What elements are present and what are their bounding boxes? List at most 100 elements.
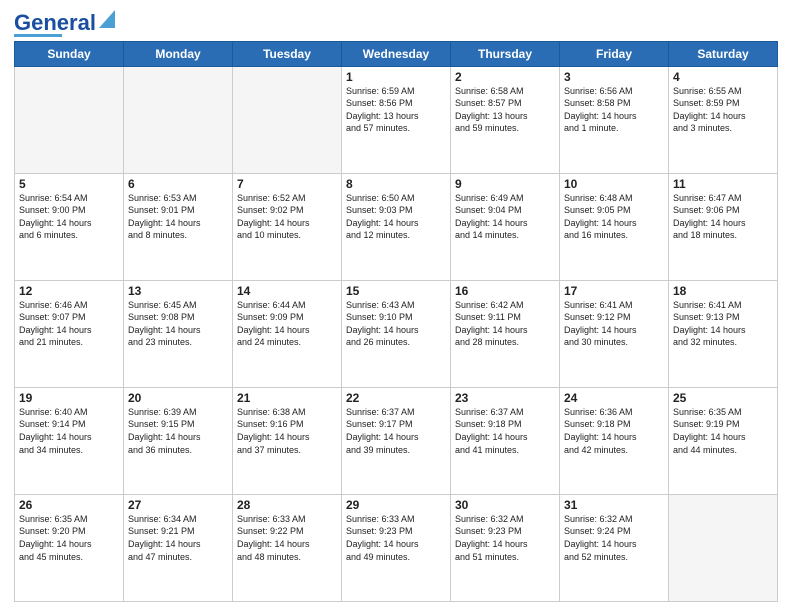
- day-cell: [669, 494, 778, 601]
- day-cell: 1Sunrise: 6:59 AM Sunset: 8:56 PM Daylig…: [342, 66, 451, 173]
- day-number: 20: [128, 391, 228, 405]
- calendar-header-row: SundayMondayTuesdayWednesdayThursdayFrid…: [15, 41, 778, 66]
- day-cell: 20Sunrise: 6:39 AM Sunset: 9:15 PM Dayli…: [124, 387, 233, 494]
- day-cell: 10Sunrise: 6:48 AM Sunset: 9:05 PM Dayli…: [560, 173, 669, 280]
- day-number: 17: [564, 284, 664, 298]
- logo-underline: [14, 34, 62, 37]
- day-info: Sunrise: 6:35 AM Sunset: 9:19 PM Dayligh…: [673, 406, 773, 456]
- day-number: 22: [346, 391, 446, 405]
- day-cell: 23Sunrise: 6:37 AM Sunset: 9:18 PM Dayli…: [451, 387, 560, 494]
- day-info: Sunrise: 6:33 AM Sunset: 9:22 PM Dayligh…: [237, 513, 337, 563]
- day-cell: 21Sunrise: 6:38 AM Sunset: 9:16 PM Dayli…: [233, 387, 342, 494]
- day-cell: 2Sunrise: 6:58 AM Sunset: 8:57 PM Daylig…: [451, 66, 560, 173]
- day-cell: 11Sunrise: 6:47 AM Sunset: 9:06 PM Dayli…: [669, 173, 778, 280]
- day-number: 28: [237, 498, 337, 512]
- week-row-5: 26Sunrise: 6:35 AM Sunset: 9:20 PM Dayli…: [15, 494, 778, 601]
- day-cell: 7Sunrise: 6:52 AM Sunset: 9:02 PM Daylig…: [233, 173, 342, 280]
- day-info: Sunrise: 6:48 AM Sunset: 9:05 PM Dayligh…: [564, 192, 664, 242]
- day-cell: 12Sunrise: 6:46 AM Sunset: 9:07 PM Dayli…: [15, 280, 124, 387]
- day-cell: 13Sunrise: 6:45 AM Sunset: 9:08 PM Dayli…: [124, 280, 233, 387]
- day-info: Sunrise: 6:32 AM Sunset: 9:23 PM Dayligh…: [455, 513, 555, 563]
- week-row-1: 1Sunrise: 6:59 AM Sunset: 8:56 PM Daylig…: [15, 66, 778, 173]
- day-cell: 29Sunrise: 6:33 AM Sunset: 9:23 PM Dayli…: [342, 494, 451, 601]
- day-number: 3: [564, 70, 664, 84]
- day-info: Sunrise: 6:43 AM Sunset: 9:10 PM Dayligh…: [346, 299, 446, 349]
- day-cell: 14Sunrise: 6:44 AM Sunset: 9:09 PM Dayli…: [233, 280, 342, 387]
- day-cell: 17Sunrise: 6:41 AM Sunset: 9:12 PM Dayli…: [560, 280, 669, 387]
- day-cell: 31Sunrise: 6:32 AM Sunset: 9:24 PM Dayli…: [560, 494, 669, 601]
- day-cell: 30Sunrise: 6:32 AM Sunset: 9:23 PM Dayli…: [451, 494, 560, 601]
- day-number: 24: [564, 391, 664, 405]
- day-info: Sunrise: 6:49 AM Sunset: 9:04 PM Dayligh…: [455, 192, 555, 242]
- day-info: Sunrise: 6:42 AM Sunset: 9:11 PM Dayligh…: [455, 299, 555, 349]
- col-header-sunday: Sunday: [15, 41, 124, 66]
- day-number: 5: [19, 177, 119, 191]
- day-info: Sunrise: 6:36 AM Sunset: 9:18 PM Dayligh…: [564, 406, 664, 456]
- col-header-tuesday: Tuesday: [233, 41, 342, 66]
- day-cell: 25Sunrise: 6:35 AM Sunset: 9:19 PM Dayli…: [669, 387, 778, 494]
- day-info: Sunrise: 6:37 AM Sunset: 9:17 PM Dayligh…: [346, 406, 446, 456]
- day-info: Sunrise: 6:38 AM Sunset: 9:16 PM Dayligh…: [237, 406, 337, 456]
- day-number: 1: [346, 70, 446, 84]
- day-number: 23: [455, 391, 555, 405]
- day-number: 19: [19, 391, 119, 405]
- day-cell: 3Sunrise: 6:56 AM Sunset: 8:58 PM Daylig…: [560, 66, 669, 173]
- day-info: Sunrise: 6:52 AM Sunset: 9:02 PM Dayligh…: [237, 192, 337, 242]
- day-cell: 4Sunrise: 6:55 AM Sunset: 8:59 PM Daylig…: [669, 66, 778, 173]
- day-cell: 5Sunrise: 6:54 AM Sunset: 9:00 PM Daylig…: [15, 173, 124, 280]
- day-number: 11: [673, 177, 773, 191]
- col-header-wednesday: Wednesday: [342, 41, 451, 66]
- day-number: 10: [564, 177, 664, 191]
- day-number: 30: [455, 498, 555, 512]
- day-cell: 9Sunrise: 6:49 AM Sunset: 9:04 PM Daylig…: [451, 173, 560, 280]
- day-cell: [15, 66, 124, 173]
- day-cell: 24Sunrise: 6:36 AM Sunset: 9:18 PM Dayli…: [560, 387, 669, 494]
- day-number: 13: [128, 284, 228, 298]
- day-info: Sunrise: 6:39 AM Sunset: 9:15 PM Dayligh…: [128, 406, 228, 456]
- day-number: 15: [346, 284, 446, 298]
- day-info: Sunrise: 6:35 AM Sunset: 9:20 PM Dayligh…: [19, 513, 119, 563]
- day-cell: 16Sunrise: 6:42 AM Sunset: 9:11 PM Dayli…: [451, 280, 560, 387]
- day-cell: 8Sunrise: 6:50 AM Sunset: 9:03 PM Daylig…: [342, 173, 451, 280]
- day-info: Sunrise: 6:58 AM Sunset: 8:57 PM Dayligh…: [455, 85, 555, 135]
- day-info: Sunrise: 6:41 AM Sunset: 9:13 PM Dayligh…: [673, 299, 773, 349]
- day-info: Sunrise: 6:41 AM Sunset: 9:12 PM Dayligh…: [564, 299, 664, 349]
- day-cell: [124, 66, 233, 173]
- day-cell: 15Sunrise: 6:43 AM Sunset: 9:10 PM Dayli…: [342, 280, 451, 387]
- day-info: Sunrise: 6:54 AM Sunset: 9:00 PM Dayligh…: [19, 192, 119, 242]
- day-number: 16: [455, 284, 555, 298]
- day-number: 7: [237, 177, 337, 191]
- day-number: 27: [128, 498, 228, 512]
- day-info: Sunrise: 6:40 AM Sunset: 9:14 PM Dayligh…: [19, 406, 119, 456]
- day-info: Sunrise: 6:47 AM Sunset: 9:06 PM Dayligh…: [673, 192, 773, 242]
- day-cell: 26Sunrise: 6:35 AM Sunset: 9:20 PM Dayli…: [15, 494, 124, 601]
- day-info: Sunrise: 6:56 AM Sunset: 8:58 PM Dayligh…: [564, 85, 664, 135]
- col-header-monday: Monday: [124, 41, 233, 66]
- day-info: Sunrise: 6:37 AM Sunset: 9:18 PM Dayligh…: [455, 406, 555, 456]
- day-cell: 28Sunrise: 6:33 AM Sunset: 9:22 PM Dayli…: [233, 494, 342, 601]
- day-number: 8: [346, 177, 446, 191]
- week-row-3: 12Sunrise: 6:46 AM Sunset: 9:07 PM Dayli…: [15, 280, 778, 387]
- day-info: Sunrise: 6:55 AM Sunset: 8:59 PM Dayligh…: [673, 85, 773, 135]
- day-cell: [233, 66, 342, 173]
- day-info: Sunrise: 6:50 AM Sunset: 9:03 PM Dayligh…: [346, 192, 446, 242]
- col-header-friday: Friday: [560, 41, 669, 66]
- logo-triangle-icon: [99, 10, 115, 33]
- day-cell: 22Sunrise: 6:37 AM Sunset: 9:17 PM Dayli…: [342, 387, 451, 494]
- day-number: 25: [673, 391, 773, 405]
- day-number: 29: [346, 498, 446, 512]
- day-number: 18: [673, 284, 773, 298]
- week-row-2: 5Sunrise: 6:54 AM Sunset: 9:00 PM Daylig…: [15, 173, 778, 280]
- header: General: [14, 10, 778, 33]
- day-cell: 27Sunrise: 6:34 AM Sunset: 9:21 PM Dayli…: [124, 494, 233, 601]
- day-cell: 18Sunrise: 6:41 AM Sunset: 9:13 PM Dayli…: [669, 280, 778, 387]
- day-info: Sunrise: 6:53 AM Sunset: 9:01 PM Dayligh…: [128, 192, 228, 242]
- day-cell: 19Sunrise: 6:40 AM Sunset: 9:14 PM Dayli…: [15, 387, 124, 494]
- day-info: Sunrise: 6:34 AM Sunset: 9:21 PM Dayligh…: [128, 513, 228, 563]
- calendar: SundayMondayTuesdayWednesdayThursdayFrid…: [14, 41, 778, 603]
- day-number: 12: [19, 284, 119, 298]
- day-number: 31: [564, 498, 664, 512]
- day-number: 21: [237, 391, 337, 405]
- day-info: Sunrise: 6:44 AM Sunset: 9:09 PM Dayligh…: [237, 299, 337, 349]
- day-number: 26: [19, 498, 119, 512]
